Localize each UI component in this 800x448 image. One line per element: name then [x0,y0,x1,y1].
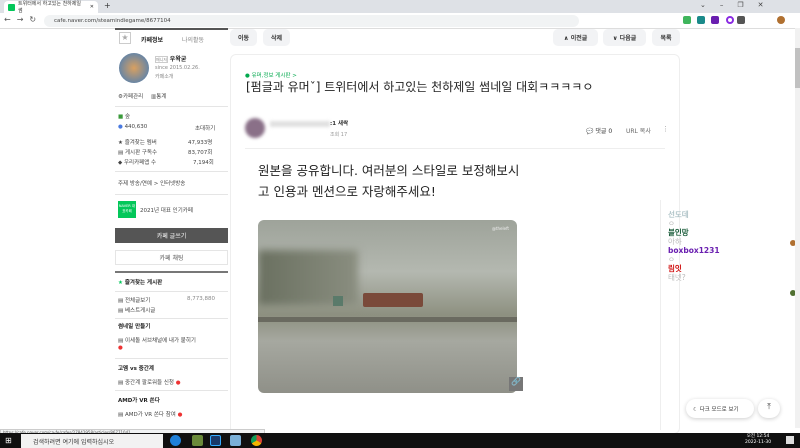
invite-link[interactable]: 초대하기 [195,124,215,132]
divider [245,148,665,149]
chat-message: boxbox1231 ㅇ [668,246,720,264]
prev-post-button[interactable]: ∧ 이전글 [553,29,598,46]
new-tab-icon[interactable]: + [104,1,111,10]
tab-my-activity[interactable]: 나의활동 [182,35,204,44]
fav-boards-header[interactable]: ★ 즐겨찾는 게시판 [118,278,162,286]
extension-icon[interactable] [683,16,691,24]
author-avatar[interactable] [245,118,265,138]
member-count[interactable]: ● 440,630 [118,124,147,130]
link-icon[interactable]: 🔗 [509,377,523,391]
app-icon[interactable] [210,435,221,446]
close-icon[interactable]: ✕ [90,4,94,10]
cafe-level: ■ 숲 [118,114,131,120]
tab-bar [0,0,800,13]
cafe-favicon [8,3,15,11]
fav-members-value: 47,933명 [188,140,213,146]
move-button[interactable]: 이동 [230,29,257,46]
stats-link[interactable]: ▥통계 [151,92,166,100]
app-icon[interactable] [230,435,241,446]
board-link[interactable]: 이세돌 서브채널에 내가 뭍히기 [125,338,196,344]
best-posts-link[interactable]: 베스트게시글 [125,308,155,314]
board-group-header: 썸네일 만들기 [118,324,151,330]
cafe-intro-link[interactable]: 카페소개 [155,73,173,80]
board-link[interactable]: ● 유머,정보 게시판 > [245,71,297,79]
next-post-button[interactable]: ∨ 다음글 [603,29,646,46]
manager-name[interactable]: 우왁굳 [170,56,187,63]
taskbar-search[interactable]: 검색하려면 여기에 입력하십시오 [21,434,163,448]
edge-icon[interactable] [170,435,181,446]
browser-tab[interactable]: 트위터에서 하고있는 천하제일 썸 ✕ [4,1,98,14]
author-name-blurred[interactable] [270,121,330,127]
view-count: 조회 17 [330,132,348,138]
board-subs-label: 게시판 구독수 [124,150,158,156]
scroll-top-button[interactable]: ⤒ [758,399,780,418]
write-post-button[interactable]: 카페 글쓰기 [115,228,228,243]
more-icon[interactable]: ⋮ [662,125,669,133]
list-button[interactable]: 목록 [652,29,680,46]
article-image[interactable]: @theleft [258,220,517,393]
board-link[interactable]: AMD가 VR 쏜다 참여 [125,412,176,418]
author-level: :1 새싹 [330,121,349,127]
tab-cafe-info[interactable]: 카페정보 [141,35,163,44]
chat-overlay: 선도데 ㅇ 블인망 아하 boxbox1231 ㅇ 림잇 태넷? [668,210,720,282]
chat-message: 블인망 아하 [668,228,689,246]
url-copy-button[interactable]: URL 복사 [626,126,651,135]
all-posts-count: 8,773,880 [187,296,215,302]
profile-avatar[interactable] [777,16,785,24]
dark-mode-button[interactable]: ☾ 다크 모드로 보기 [686,399,754,418]
url-input[interactable]: cafe.naver.com/steamindiegame/8677104 [44,15,579,27]
chat-message: 림잇 태넷? [668,264,686,282]
nav-buttons[interactable]: ←→↻ [4,15,42,24]
fav-members-label: 즐겨찾는 멤버 [124,140,157,146]
cafe-chat-button[interactable]: 카페 채팅 [115,250,228,265]
our-cafe-label: 우리카페앱 수 [123,160,157,166]
board-link[interactable]: 중간계 팔로워들 신청 [125,380,174,386]
cafe-sidebar: ★ 카페정보 나의활동 매니저 우왁굳 since 2015.02.26. 카페… [115,28,228,428]
clock[interactable]: 오전 12:54 2022-11-30 [745,434,771,446]
chat-message: 선도데 ㅇ [668,210,689,228]
minecraft-icon[interactable] [192,435,203,446]
delete-button[interactable]: 삭제 [263,29,290,46]
board-subs-value: 83,707회 [188,150,213,156]
window-controls[interactable]: ⌄–❐✕ [700,1,778,9]
naver-badge: NAVER 대표카페 [118,201,136,218]
cafe-topic[interactable]: 주제 방송/연예 > 인터넷방송 [118,179,185,187]
chrome-icon[interactable] [251,435,262,446]
since-date: since 2015.02.26. [155,65,200,71]
scrollbar[interactable] [795,28,800,428]
cafe-manage-link[interactable]: ⚙카페관리 [118,92,143,100]
star-icon[interactable]: ★ [119,32,131,44]
extension-icon[interactable] [726,16,734,24]
board-group-header: AMD가 VR 쏜다 [118,398,160,404]
article-body: 원본을 공유합니다. 여러분의 스타일로 보정해보시고 인용과 멘션으로 자랑해… [258,163,520,199]
all-posts-link[interactable]: 전체글보기 [125,298,150,304]
comments-button[interactable]: 💬 댓글 0 [586,126,612,135]
extension-icon[interactable] [737,16,745,24]
notification-icon[interactable] [786,436,794,444]
article-title: [펌글과 유머ˇ] 트위터에서 하고있는 천하제일 썸네일 대회ㅋㅋㅋㅋㅇ [246,80,594,94]
board-group-header: 고멤 vs 중간계 [118,366,154,372]
our-cafe-value: 7,194회 [193,160,214,166]
windows-start-icon[interactable]: ⊞ [5,436,12,445]
image-watermark: @theleft [491,226,509,231]
extension-icon[interactable] [711,16,719,24]
extension-icon[interactable] [697,16,705,24]
cafe-logo [119,53,149,83]
award-text: 2021년 대표 인기카페 [140,208,193,214]
manager-badge: 매니저 [155,56,169,63]
